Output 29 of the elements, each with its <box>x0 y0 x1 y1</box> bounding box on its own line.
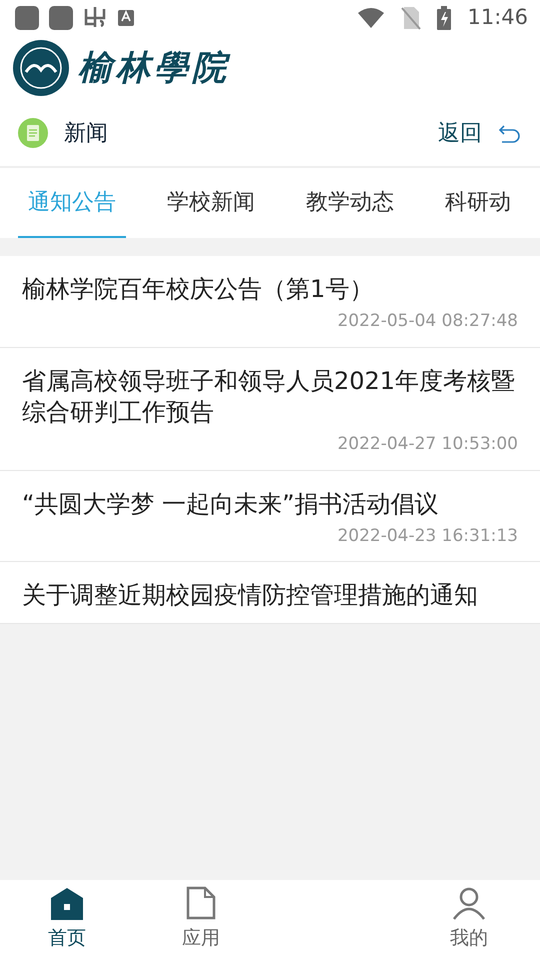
news-time: 2022-04-23 16:31:13 <box>336 524 518 548</box>
no-sim-icon <box>401 6 422 30</box>
keyboard-icon <box>116 8 136 28</box>
news-title[interactable]: “共圆大学梦 一起向未来”捐书活动倡议 <box>22 488 518 520</box>
notification-icon <box>48 5 74 31</box>
document-icon <box>186 886 216 920</box>
news-title[interactable]: 省属高校领导班子和领导人员2021年度考核暨综合研判工作预告 <box>22 366 518 428</box>
news-time: 2022-05-04 08:27:48 <box>336 310 518 334</box>
category-tab[interactable]: 学校新闻 <box>157 168 265 238</box>
news-time: 2022-04-27 10:53:00 <box>336 433 518 456</box>
back-button[interactable]: 返回 <box>438 116 522 150</box>
news-title[interactable]: 榆林学院百年校庆公告（第1号） <box>22 274 518 306</box>
seal-icon <box>12 39 70 97</box>
category-tab[interactable]: 教学动态 <box>296 168 404 238</box>
news-title[interactable]: 关于调整近期校园疫情防控管理措施的通知 <box>22 580 518 612</box>
battery-icon <box>437 6 452 30</box>
nav-tab[interactable]: 我的 <box>402 880 536 960</box>
return-icon <box>498 123 522 143</box>
person-icon <box>452 886 486 920</box>
notification-icon <box>14 5 40 31</box>
home-icon <box>49 886 85 920</box>
wifi-icon <box>357 7 386 29</box>
section-title: 新闻 <box>64 120 108 148</box>
nav-tab[interactable]: 首页 <box>0 880 134 960</box>
nav-tab[interactable]: 应用 <box>134 880 268 960</box>
category-tab[interactable]: 科研动 <box>435 168 521 238</box>
logo-text: 榆林學院 <box>78 46 230 90</box>
status-time: 11:46 <box>467 4 528 32</box>
document-icon <box>18 118 48 148</box>
